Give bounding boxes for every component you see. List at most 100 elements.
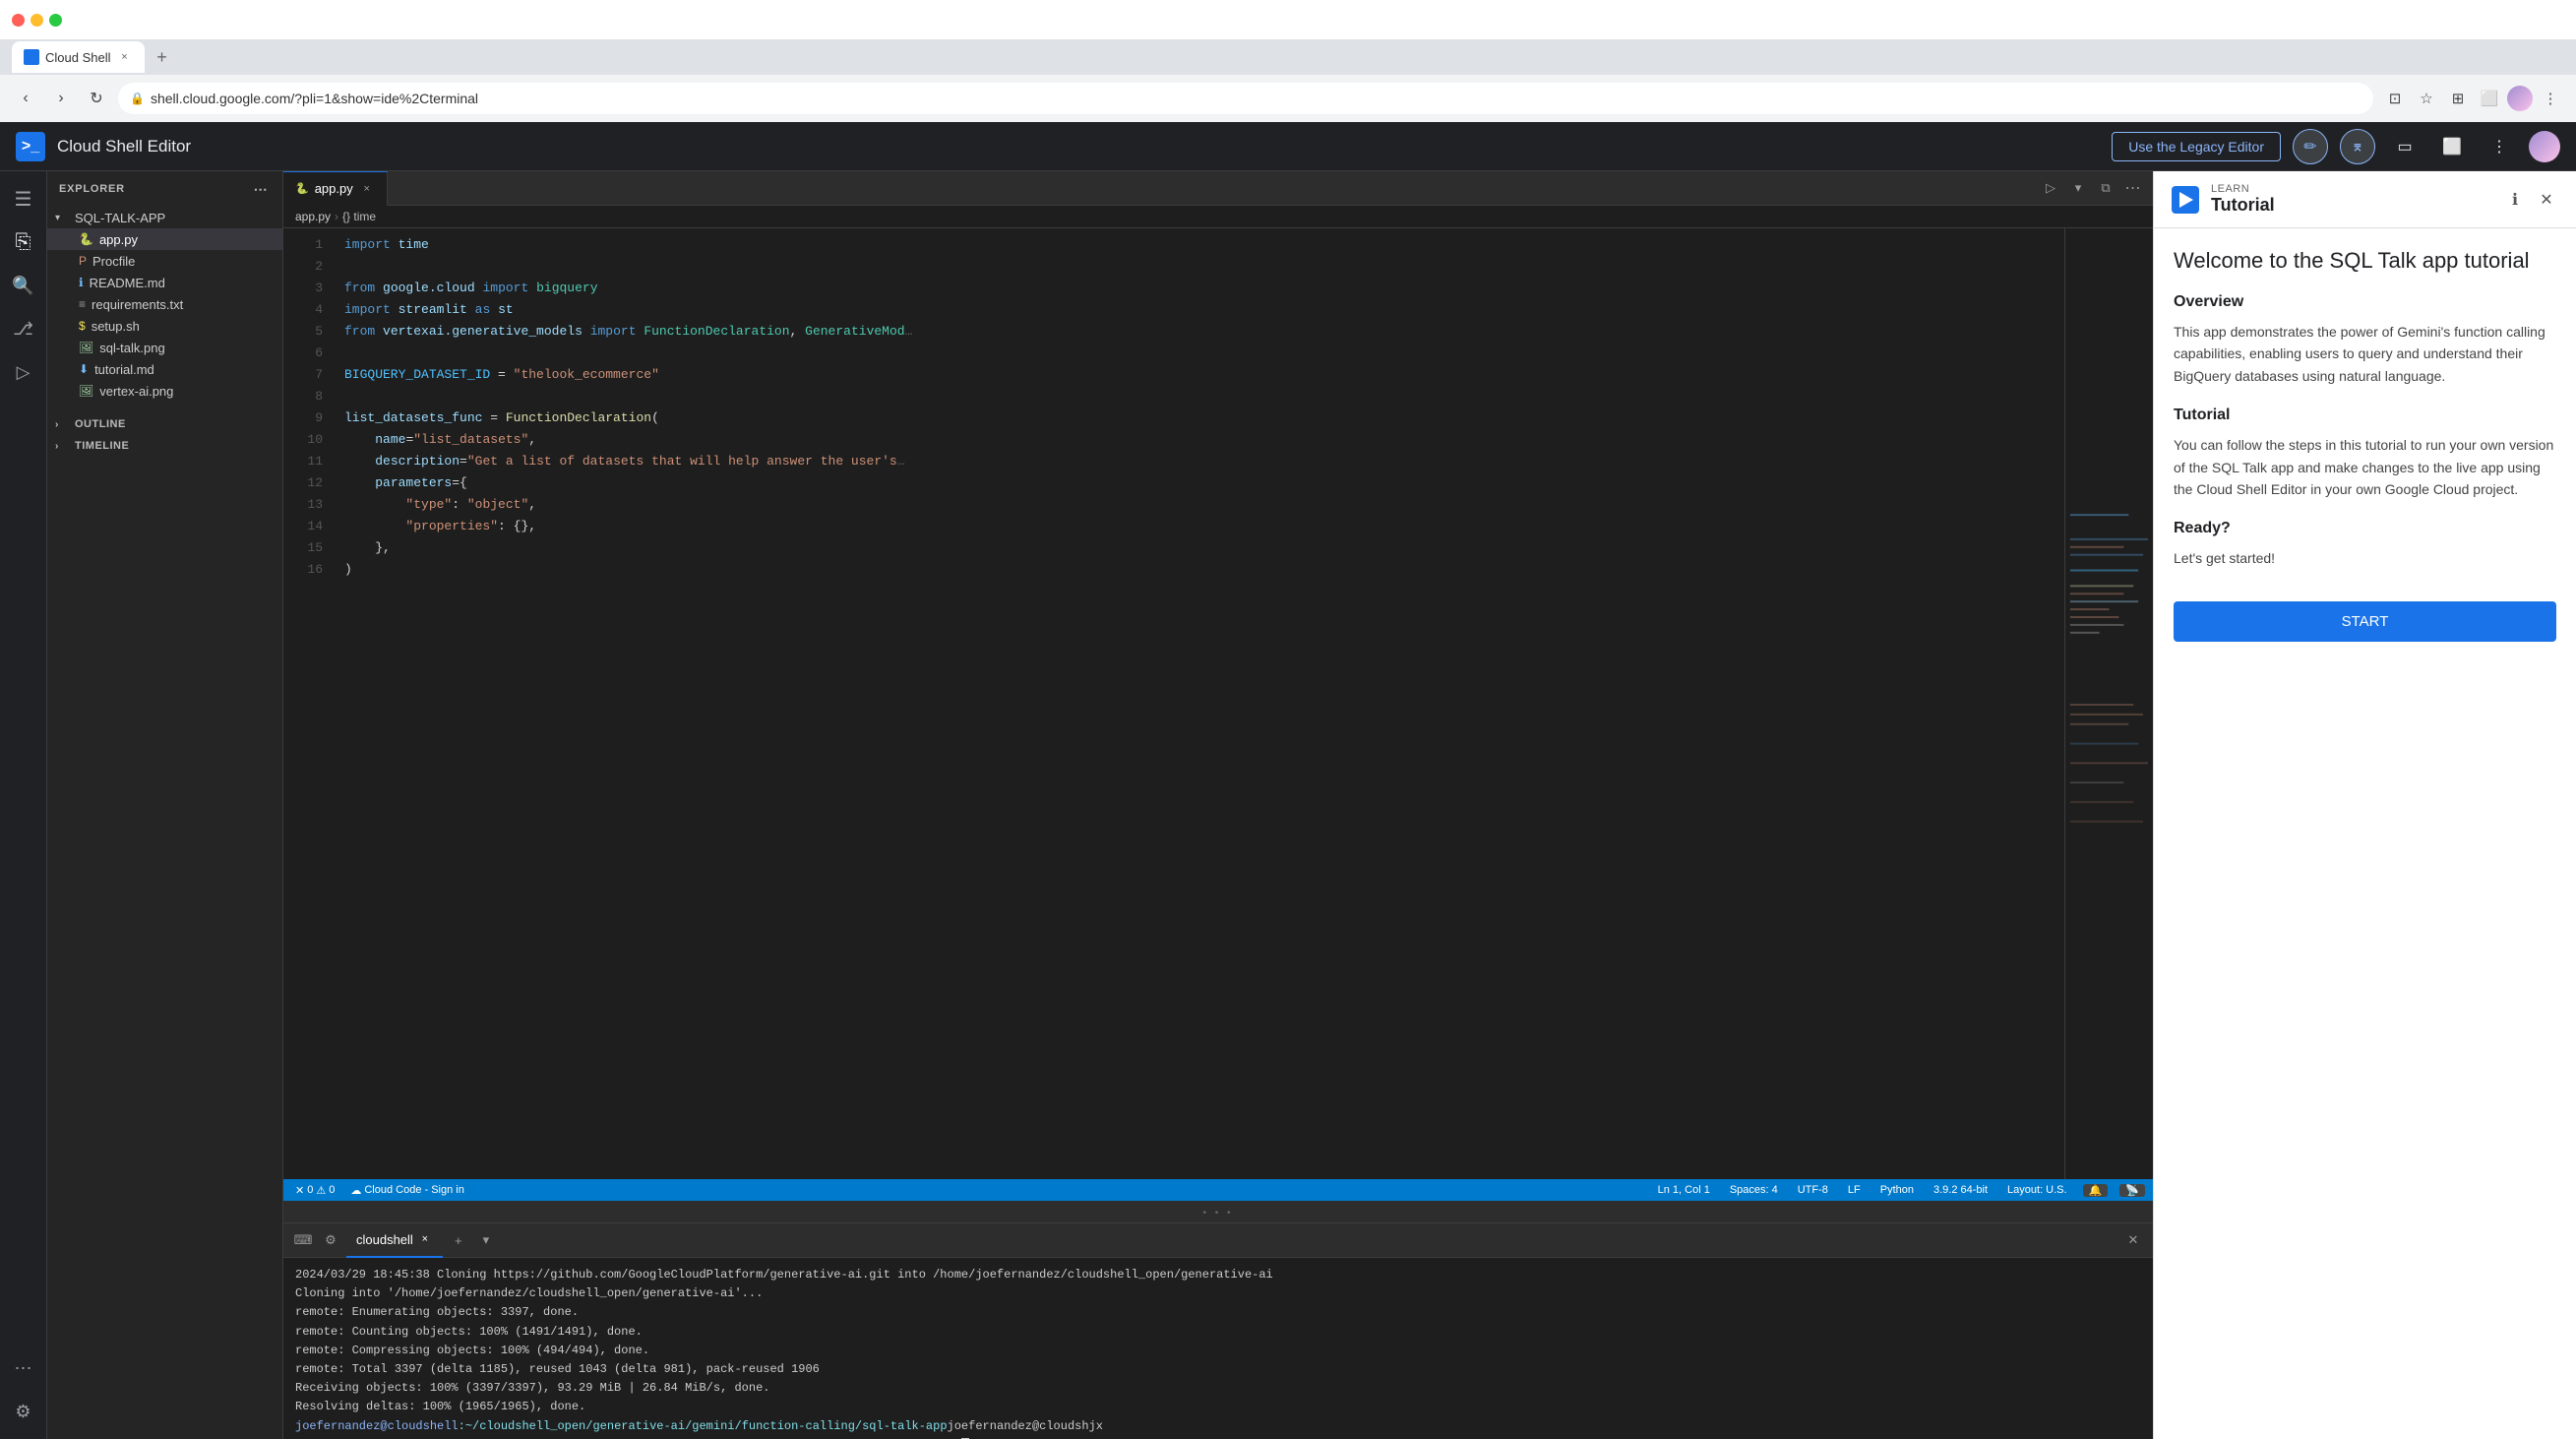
sidebar-tree: ▾ SQL-TALK-APP 🐍 app.py P Procfile ℹ REA… (47, 207, 282, 1439)
close-button[interactable] (12, 14, 25, 27)
preview-icon[interactable]: ▭ (2387, 129, 2423, 164)
new-terminal-button[interactable]: + (447, 1228, 470, 1252)
tab-close-button[interactable]: × (117, 49, 133, 65)
cursor-position[interactable]: Ln 1, Col 1 (1654, 1184, 1714, 1196)
tab-bar: Cloud Shell × + (0, 39, 2576, 75)
language-value: Python (1880, 1184, 1914, 1196)
sidebar-timeline-section[interactable]: › TIMELINE (47, 435, 282, 457)
terminal-icon[interactable]: ⌆ (2340, 129, 2375, 164)
sidebar-file-app-py[interactable]: 🐍 app.py (47, 228, 282, 250)
chevron-down-icon: ▾ (55, 213, 71, 223)
run-button[interactable]: ▷ (2039, 176, 2062, 200)
timeline-label: TIMELINE (75, 440, 129, 452)
editor-body: 123456 789101112 13141516 import time fr… (283, 228, 2064, 1179)
activity-run-icon[interactable]: ▷ (4, 352, 43, 392)
tutorial-start-button[interactable]: START (2174, 601, 2556, 642)
code-line-10: name="list_datasets", (344, 429, 2053, 451)
activity-menu-icon[interactable]: ☰ (4, 179, 43, 219)
menu-icon[interactable]: ⋮ (2537, 85, 2564, 112)
terminal-tab-cloudshell[interactable]: cloudshell × (346, 1223, 443, 1258)
user-profile-avatar[interactable] (2529, 131, 2560, 162)
error-count[interactable]: ✕ 0 ⚠ 0 (291, 1184, 338, 1197)
terminal-settings-icon[interactable]: ⚙ (319, 1228, 342, 1252)
split-editor-button[interactable]: ⧉ (2094, 176, 2117, 200)
back-button[interactable]: ‹ (12, 85, 39, 112)
forward-button[interactable]: › (47, 85, 75, 112)
panel-tabs: ⌨ ⚙ cloudshell × + ▾ ✕ (283, 1223, 2153, 1258)
extension-icon[interactable]: ⊞ (2444, 85, 2472, 112)
panel-right-actions: ✕ (2121, 1228, 2145, 1252)
new-tab-button[interactable]: + (149, 43, 176, 71)
user-avatar[interactable] (2507, 86, 2533, 111)
terminal-close-button[interactable]: ✕ (2121, 1228, 2145, 1252)
tutorial-learn-label: LEARN (2211, 183, 2275, 195)
sidebar-more-icon[interactable]: ⋯ (251, 179, 271, 199)
cast-icon[interactable]: ⊡ (2381, 85, 2409, 112)
sidebar-toggle-icon[interactable]: ⬜ (2476, 85, 2503, 112)
python-version[interactable]: 3.9.2 64-bit (1930, 1184, 1992, 1196)
file-name: tutorial.md (94, 362, 154, 377)
tutorial-ready-text: Let's get started! (2174, 547, 2556, 569)
sidebar-header: Explorer ⋯ (47, 171, 282, 207)
panel-resize-handle[interactable]: • • • (283, 1201, 2153, 1222)
browser-actions: ⊡ ☆ ⊞ ⬜ ⋮ (2381, 85, 2564, 112)
bookmark-icon[interactable]: ☆ (2413, 85, 2440, 112)
edit-icon[interactable]: ✏ (2293, 129, 2328, 164)
reload-button[interactable]: ↻ (83, 85, 110, 112)
code-line-2 (344, 256, 2053, 278)
sidebar-outline-section[interactable]: › OUTLINE (47, 413, 282, 435)
terminal-dropdown-button[interactable]: ▾ (474, 1228, 498, 1252)
language-mode[interactable]: Python (1876, 1184, 1918, 1196)
encoding[interactable]: UTF-8 (1794, 1184, 1832, 1196)
status-bar-right: Ln 1, Col 1 Spaces: 4 UTF-8 LF Python (1654, 1184, 2145, 1197)
activity-git-icon[interactable]: ⎇ (4, 309, 43, 348)
main-content: ☰ ⎘ 🔍 ⎇ ▷ ⋯ ⚙ Explorer ⋯ ▾ SQL-TALK- (0, 171, 2576, 1439)
editor-tab-close-button[interactable]: × (359, 181, 375, 197)
status-bar: ✕ 0 ⚠ 0 ☁ Cloud Code - Sign in Ln 1, Col… (283, 1179, 2153, 1201)
broadcast-icon[interactable]: 📡 (2119, 1184, 2145, 1197)
tutorial-close-button[interactable]: ✕ (2533, 186, 2560, 214)
legacy-editor-button[interactable]: Use the Legacy Editor (2112, 132, 2281, 161)
code-editor[interactable]: import time from google.cloud import big… (333, 228, 2064, 1179)
code-line-1: import time (344, 234, 2053, 256)
layout-setting[interactable]: Layout: U.S. (2003, 1184, 2071, 1196)
line-ending[interactable]: LF (1844, 1184, 1865, 1196)
code-line-6 (344, 343, 2053, 364)
activity-files-icon[interactable]: ⎘ (4, 222, 43, 262)
activity-search-icon[interactable]: 🔍 (4, 266, 43, 305)
editor-tab-app-py[interactable]: 🐍 app.py × (283, 171, 388, 206)
editor-more-button[interactable]: ⋯ (2121, 176, 2145, 200)
tab-title: Cloud Shell (45, 50, 111, 65)
tutorial-logo-svg (2170, 184, 2201, 216)
tutorial-info-button[interactable]: ℹ (2501, 186, 2529, 214)
activity-settings-icon[interactable]: ⚙ (4, 1392, 43, 1431)
cloud-code-status[interactable]: ☁ Cloud Code - Sign in (346, 1184, 468, 1197)
terminal-content[interactable]: 2024/03/29 18:45:38 Cloning https://gith… (283, 1258, 2153, 1439)
terminal-tab-close[interactable]: × (417, 1231, 433, 1247)
markdown-file-icon: ⬇ (79, 362, 89, 376)
vertical-panel-area: 🐍 app.py × ▷ ▾ ⧉ ⋯ app.py › (283, 171, 2576, 1439)
terminal-keyboard-icon[interactable]: ⌨ (291, 1228, 315, 1252)
activity-extensions-icon[interactable]: ⋯ (4, 1348, 43, 1388)
indentation[interactable]: Spaces: 4 (1726, 1184, 1782, 1196)
browser-tab[interactable]: Cloud Shell × (12, 41, 145, 73)
notifications-icon[interactable]: 🔔 (2083, 1184, 2109, 1197)
maximize-button[interactable] (49, 14, 62, 27)
more-icon[interactable]: ⋮ (2482, 129, 2517, 164)
sidebar-file-procfile[interactable]: P Procfile (47, 250, 282, 272)
sidebar-file-sql-talk-png[interactable]: 🖼 sql-talk.png (47, 337, 282, 358)
code-line-11: description="Get a list of datasets that… (344, 451, 2053, 472)
address-bar[interactable]: 🔒 shell.cloud.google.com/?pli=1&show=ide… (118, 83, 2373, 114)
sidebar-folder-sql-talk-app[interactable]: ▾ SQL-TALK-APP (47, 207, 282, 228)
sidebar-file-requirements[interactable]: ≡ requirements.txt (47, 293, 282, 315)
minimize-button[interactable] (31, 14, 43, 27)
app-title: Cloud Shell Editor (57, 137, 191, 156)
sidebar-file-setup-sh[interactable]: $ setup.sh (47, 315, 282, 337)
sidebar-file-tutorial-md[interactable]: ⬇ tutorial.md (47, 358, 282, 380)
sidebar-file-vertex-ai-png[interactable]: 🖼 vertex-ai.png (47, 380, 282, 402)
terminal-tab-label: cloudshell (356, 1232, 413, 1247)
run-dropdown-button[interactable]: ▾ (2066, 176, 2090, 200)
sidebar-file-readme[interactable]: ℹ README.md (47, 272, 282, 293)
layout-icon[interactable]: ⬜ (2434, 129, 2470, 164)
position-value: Ln 1, Col 1 (1658, 1184, 1710, 1196)
